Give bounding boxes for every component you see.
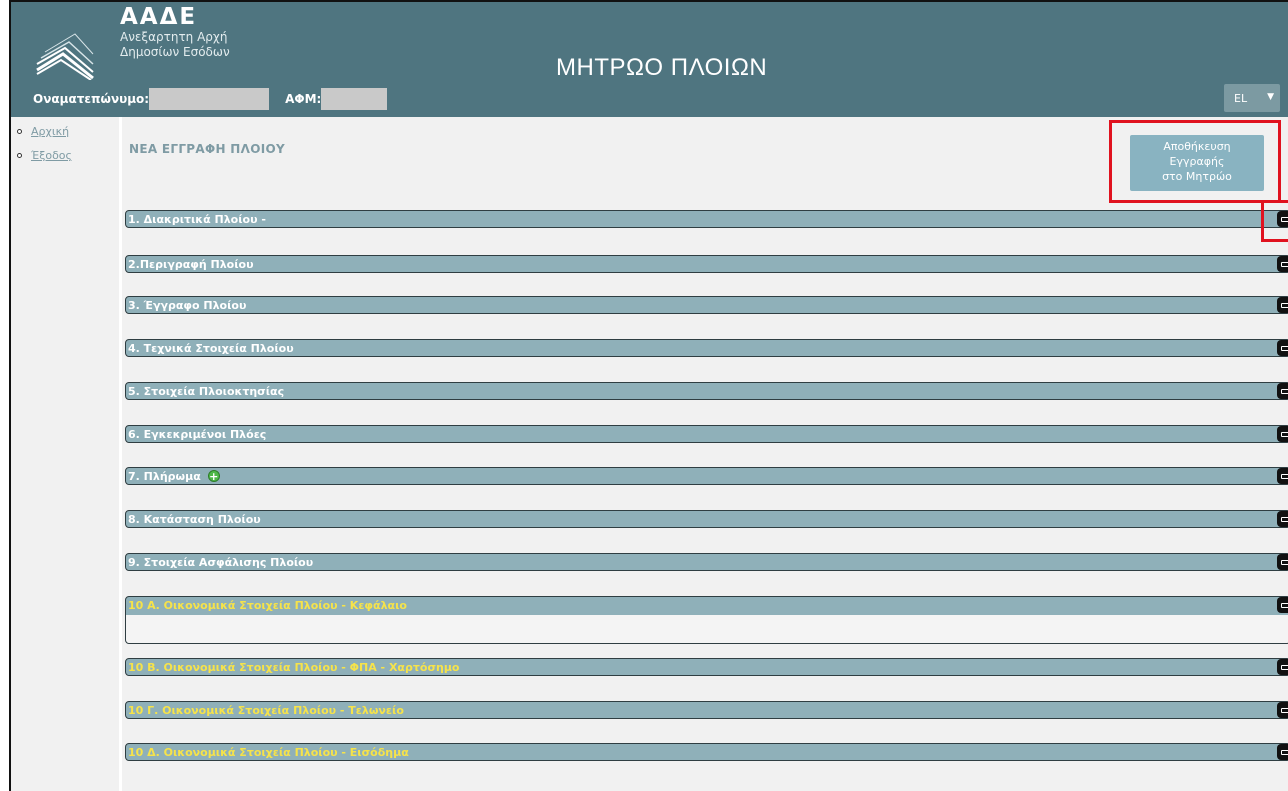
add-crew-icon[interactable]: + — [207, 470, 220, 482]
afm-value-redacted — [321, 88, 388, 110]
section-label: 2.Περιγραφή Πλοίου — [128, 257, 254, 271]
section-label: 10 Γ. Οικονομικά Στοιχεία Πλοίου - Τελων… — [128, 703, 404, 717]
section-header-10b[interactable]: 10 Β. Οικονομικά Στοιχεία Πλοίου - ΦΠΑ -… — [125, 658, 1288, 676]
section-label: 10 Δ. Οικονομικά Στοιχεία Πλοίου - Εισόδ… — [128, 745, 409, 759]
brand: ΑΑΔΕ Ανεξαρτητη Αρχή Δημοσίων Εσόδων — [120, 4, 230, 60]
section-header-4[interactable]: 4. Τεχνικά Στοιχεία Πλοίου — [125, 339, 1288, 357]
brand-name: ΑΑΔΕ — [120, 4, 198, 30]
section-header-8[interactable]: 8. Κατάσταση Πλοίου — [125, 510, 1288, 528]
sidebar-item-home[interactable]: Αρχική — [17, 125, 119, 138]
section-header-10a[interactable]: 10 Α. Οικονομικά Στοιχεία Πλοίου - Κεφάλ… — [125, 596, 1288, 644]
section-header-10d[interactable]: 10 Δ. Οικονομικά Στοιχεία Πλοίου - Εισόδ… — [125, 743, 1288, 761]
section-header-3[interactable]: 3. Έγγραφο Πλοίου — [125, 296, 1288, 314]
section-header-7[interactable]: 7. Πλήρωμα + — [125, 467, 1288, 485]
name-label: Οναματεπώνυμο: — [33, 92, 150, 106]
collapse-icon[interactable] — [1277, 702, 1288, 718]
collapse-icon[interactable] — [1277, 297, 1288, 313]
section-label: 10 Β. Οικονομικά Στοιχεία Πλοίου - ΦΠΑ -… — [128, 660, 460, 674]
bullet-icon — [17, 153, 22, 158]
section-label: 5. Στοιχεία Πλοιοκτησίας — [128, 384, 285, 398]
collapse-icon[interactable] — [1277, 468, 1288, 484]
section-label: 8. Κατάσταση Πλοίου — [128, 512, 261, 526]
section-label: 4. Τεχνικά Στοιχεία Πλοίου — [128, 341, 294, 355]
brand-line-2: Δημοσίων Εσόδων — [120, 45, 230, 59]
collapse-icon[interactable] — [1277, 554, 1288, 570]
app-window: ΑΑΔΕ Ανεξαρτητη Αρχή Δημοσίων Εσόδων ΜΗΤ… — [9, 0, 1288, 791]
sidebar-link-home[interactable]: Αρχική — [31, 125, 69, 138]
section-header-6[interactable]: 6. Εγκεκριμένοι Πλόες — [125, 425, 1288, 443]
collapse-icon[interactable] — [1277, 256, 1288, 272]
name-value-redacted — [149, 88, 270, 110]
bullet-icon — [17, 129, 22, 134]
collapse-icon[interactable] — [1277, 426, 1288, 442]
section-header-9[interactable]: 9. Στοιχεία Ασφάλισης Πλοίου — [125, 553, 1288, 571]
afm-label: ΑΦΜ: — [285, 92, 322, 106]
collapse-icon[interactable] — [1277, 340, 1288, 356]
collapse-icon[interactable] — [1277, 744, 1288, 760]
sidebar-item-exit[interactable]: Έξοδος — [17, 149, 119, 162]
section-header-2[interactable]: 2.Περιγραφή Πλοίου — [125, 255, 1288, 273]
brand-line-1: Ανεξαρτητη Αρχή — [120, 30, 228, 44]
page-title: ΝΕΑ ΕΓΓΡΑΦΗ ΠΛΟΙΟΥ — [129, 142, 285, 156]
app-title: ΜΗΤΡΩΟ ΠΛΟΙΩΝ — [556, 54, 768, 81]
collapse-icon[interactable] — [1277, 383, 1288, 399]
collapse-button-highlight — [1261, 200, 1288, 242]
sidebar: Αρχική Έξοδος — [11, 117, 122, 791]
header: ΑΑΔΕ Ανεξαρτητη Αρχή Δημοσίων Εσόδων ΜΗΤ… — [11, 2, 1288, 117]
chevron-down-icon: ▼ — [1267, 92, 1274, 102]
section-header-5[interactable]: 5. Στοιχεία Πλοιοκτησίας — [125, 382, 1288, 400]
collapse-icon[interactable] — [1277, 511, 1288, 527]
language-select[interactable]: EL ▼ — [1224, 84, 1280, 112]
language-value: EL — [1234, 91, 1248, 105]
section-header-10c[interactable]: 10 Γ. Οικονομικά Στοιχεία Πλοίου - Τελων… — [125, 701, 1288, 719]
section-label: 7. Πλήρωμα — [128, 469, 201, 483]
section-label: 1. Διακριτικά Πλοίου - — [128, 212, 266, 226]
section-label: 6. Εγκεκριμένοι Πλόες — [128, 427, 267, 441]
section-label: 10 Α. Οικονομικά Στοιχεία Πλοίου - Κεφάλ… — [128, 599, 407, 612]
user-info-bar: Οναματεπώνυμο: ΑΦΜ: — [33, 88, 388, 110]
collapse-icon[interactable] — [1277, 597, 1288, 613]
section-header-1[interactable]: 1. Διακριτικά Πλοίου - — [125, 210, 1288, 228]
sidebar-link-exit[interactable]: Έξοδος — [31, 149, 72, 162]
section-label: 3. Έγγραφο Πλοίου — [128, 298, 247, 312]
section-label: 9. Στοιχεία Ασφάλισης Πλοίου — [128, 555, 314, 569]
save-button-highlight — [1109, 120, 1281, 203]
aade-logo — [35, 14, 95, 81]
collapse-icon[interactable] — [1277, 659, 1288, 675]
